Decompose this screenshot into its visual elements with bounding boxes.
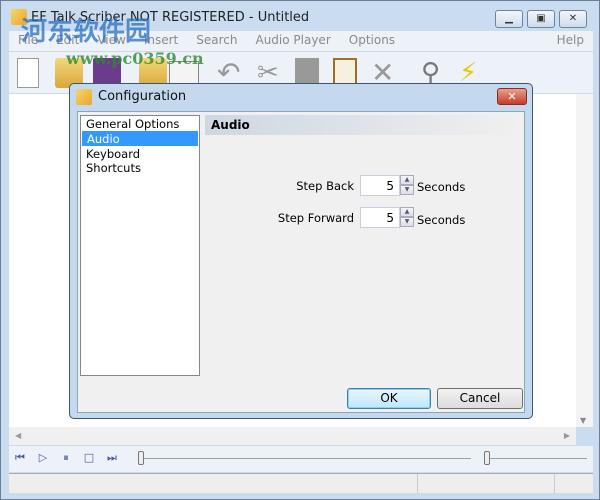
close-button[interactable]: ✕ [559,10,587,28]
status-bar [9,473,593,493]
dialog-body: General Options Audio Keyboard Shortcuts… [77,111,525,413]
horizontal-scrollbar[interactable]: ◀ ▶ [9,427,576,445]
minimize-button[interactable]: ▁ [495,10,523,28]
configuration-dialog: Configuration ✕ General Options Audio Ke… [69,83,533,419]
menu-search[interactable]: Search [187,31,246,51]
step-forward-up-button[interactable]: ▲ [400,207,414,217]
ok-button[interactable]: OK [347,388,431,409]
vertical-scrollbar[interactable]: ▼ [576,94,593,427]
step-back-label: Step Back [296,179,354,193]
step-back-unit: Seconds [417,180,466,194]
category-list: General Options Audio Keyboard Shortcuts [80,115,200,376]
dialog-close-button[interactable]: ✕ [497,88,527,105]
category-keyboard-shortcuts[interactable]: Keyboard Shortcuts [81,146,199,175]
position-slider-thumb[interactable] [138,451,144,465]
dialog-title: Configuration [98,89,187,104]
watermark-logo: 河东软件园 [21,17,152,47]
new-icon[interactable] [17,58,39,88]
maximize-button[interactable]: ▣ [527,10,555,28]
menu-help[interactable]: Help [548,31,593,51]
cancel-button[interactable]: Cancel [437,388,523,409]
dialog-icon [76,89,92,105]
menu-options[interactable]: Options [340,31,404,51]
step-forward-down-button[interactable]: ▼ [400,217,414,227]
pause-icon[interactable]: ⏸ [59,451,73,465]
step-forward-label: Step Forward [277,211,354,225]
step-back-input[interactable]: 5 [360,175,400,196]
category-general-options[interactable]: General Options [81,116,199,131]
stop-icon[interactable]: □ [82,451,96,465]
play-icon[interactable]: ▷ [36,451,50,465]
position-track[interactable] [141,458,471,459]
skip-back-icon[interactable]: ⏮ [13,451,27,465]
skip-forward-icon[interactable]: ⏭ [105,451,119,465]
audio-player-bar: ⏮ ▷ ⏸ □ ⏭ [9,446,593,472]
main-window: EF Talk Scriber NOT REGISTERED - Untitle… [0,0,600,500]
watermark-url: www.pc0359.cn [66,49,204,68]
step-back-up-button[interactable]: ▲ [400,175,414,185]
section-title: Audio [205,115,523,135]
menu-audio-player[interactable]: Audio Player [246,31,339,51]
step-forward-unit: Seconds [417,213,466,227]
category-audio[interactable]: Audio [82,131,198,146]
step-forward-input[interactable]: 5 [360,207,400,228]
step-back-down-button[interactable]: ▼ [400,185,414,195]
volume-track[interactable] [487,458,587,459]
volume-slider-thumb[interactable] [484,451,490,465]
